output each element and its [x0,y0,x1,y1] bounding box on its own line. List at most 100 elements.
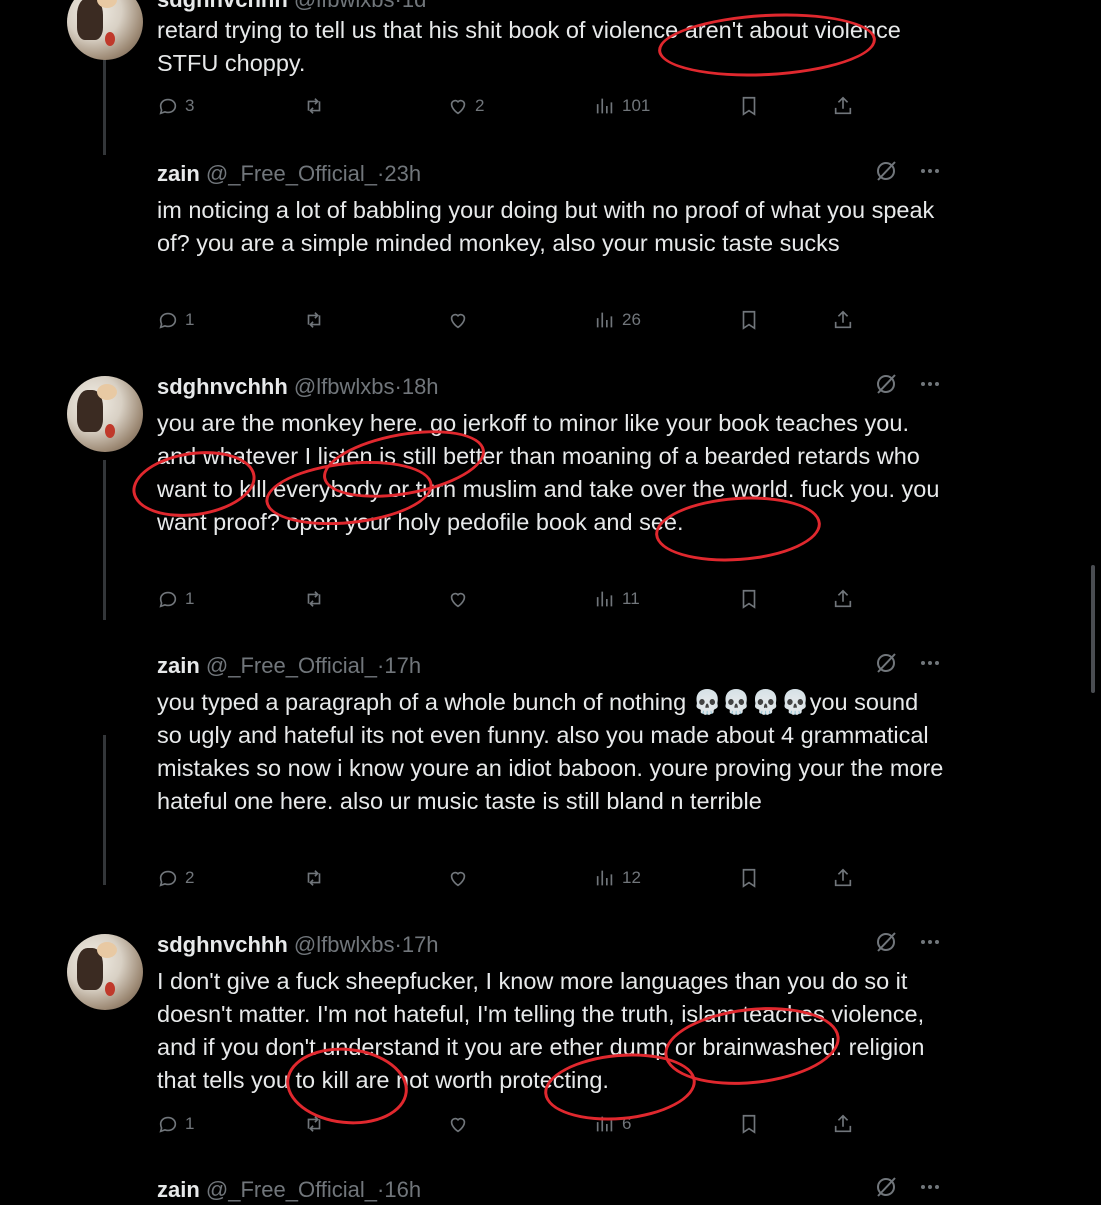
scrollbar[interactable] [1091,565,1095,693]
more-dots-icon[interactable] [918,930,942,954]
author-name[interactable]: sdghnvchhh [157,932,288,957]
grok-slash-icon[interactable] [874,1175,898,1199]
reply-button[interactable]: 1 [157,584,194,614]
grok-slash-icon[interactable] [874,930,898,954]
reply-button[interactable]: 1 [157,1109,194,1139]
views-count: 101 [622,96,651,115]
bookmark-button[interactable] [738,91,760,121]
retweet-icon [307,98,321,114]
timestamp[interactable]: 18h [402,374,439,399]
bookmark-button[interactable] [738,863,760,893]
retweet-button[interactable] [303,305,325,335]
avatar[interactable] [67,376,143,452]
bookmark-button[interactable] [738,1109,760,1139]
timestamp[interactable]: 16h [384,1177,421,1202]
retweet-button[interactable] [303,584,325,614]
avatar[interactable] [67,0,143,60]
share-icon [834,310,852,329]
tweet-text: I don't give a fuck sheepfucker, I know … [157,968,925,1093]
author-name[interactable]: sdghnvchhh [157,0,288,12]
share-icon [834,868,852,887]
thread-line [103,460,106,620]
like-icon [450,1117,466,1133]
retweet-button[interactable] [303,1109,325,1139]
author-handle[interactable]: @_Free_Official_ [206,161,377,186]
views-button[interactable]: 11 [594,584,640,614]
tweet-text: you typed a paragraph of a whole bunch o… [157,689,944,814]
thread-line [103,735,106,885]
views-button[interactable]: 12 [594,863,641,893]
views-button[interactable]: 6 [594,1109,631,1139]
bookmark-button[interactable] [738,305,760,335]
timestamp[interactable]: 1d [402,0,426,12]
tweet-header: zain @_Free_Official_·23h [157,159,942,189]
reply-icon [159,1116,177,1133]
more-dots-icon[interactable] [918,372,942,396]
grok-slash-icon[interactable] [874,372,898,396]
views-icon [596,98,613,114]
views-button[interactable]: 26 [594,305,641,335]
tweet-header: zain @_Free_Official_·17h [157,651,942,681]
author-name[interactable]: sdghnvchhh [157,374,288,399]
views-button[interactable]: 101 [594,91,650,121]
share-button[interactable] [832,91,854,121]
tweet-text: retard trying to tell us that his shit b… [157,17,901,76]
grok-slash-icon[interactable] [874,159,898,183]
reply-button[interactable]: 1 [157,305,194,335]
author-name[interactable]: zain [157,653,200,678]
reply-count: 1 [185,1114,195,1133]
timestamp[interactable]: 23h [384,161,421,186]
like-button[interactable]: 2 [447,91,484,121]
reply-count: 1 [185,589,195,608]
avatar[interactable] [67,934,143,1010]
share-icon [834,1114,852,1133]
views-icon [596,1116,613,1132]
author-handle[interactable]: @lfbwlxbs [294,0,395,12]
reply-icon [159,591,177,608]
tweet-actions: 3 2 101 [157,91,857,121]
reply-button[interactable]: 3 [157,91,194,121]
tweet-text: im noticing a lot of babbling your doing… [157,197,935,256]
retweet-button[interactable] [303,91,325,121]
author-handle[interactable]: @lfbwlxbs [294,374,395,399]
views-icon [596,312,613,328]
more-dots-icon[interactable] [918,651,942,675]
reply-button[interactable]: 2 [157,863,194,893]
thread-line [103,55,106,155]
grok-slash-icon[interactable] [874,651,898,675]
share-button[interactable] [832,305,854,335]
timestamp[interactable]: 17h [402,932,439,957]
like-icon [450,313,466,329]
author-handle[interactable]: @_Free_Official_ [206,653,377,678]
like-icon [450,592,466,608]
author-handle[interactable]: @lfbwlxbs [294,932,395,957]
reply-count: 2 [185,868,195,887]
views-count: 12 [622,868,641,887]
share-button[interactable] [832,1109,854,1139]
author-name[interactable]: zain [157,161,200,186]
reply-icon [159,870,177,887]
share-icon [834,96,852,115]
like-button[interactable] [447,584,475,614]
like-button[interactable] [447,1109,475,1139]
share-button[interactable] [832,584,854,614]
more-dots-icon[interactable] [918,159,942,183]
retweet-icon [307,1116,321,1132]
tweet-header: sdghnvchhh @lfbwlxbs·17h [157,930,942,960]
views-icon [596,870,613,886]
author-handle[interactable]: @_Free_Official_ [206,1177,377,1202]
share-button[interactable] [832,863,854,893]
like-button[interactable] [447,863,475,893]
tweet-header: sdghnvchhh @lfbwlxbs·1d [157,0,942,15]
author-name[interactable]: zain [157,1177,200,1202]
bookmark-icon [742,1114,756,1134]
tweet-text: you are the monkey here. go jerkoff to m… [157,410,940,535]
bookmark-button[interactable] [738,584,760,614]
retweet-button[interactable] [303,863,325,893]
like-button[interactable] [447,305,475,335]
more-dots-icon[interactable] [918,1175,942,1199]
timestamp[interactable]: 17h [384,653,421,678]
bookmark-icon [742,310,756,330]
tweet-actions: 1 26 [157,305,857,335]
retweet-icon [307,591,321,607]
